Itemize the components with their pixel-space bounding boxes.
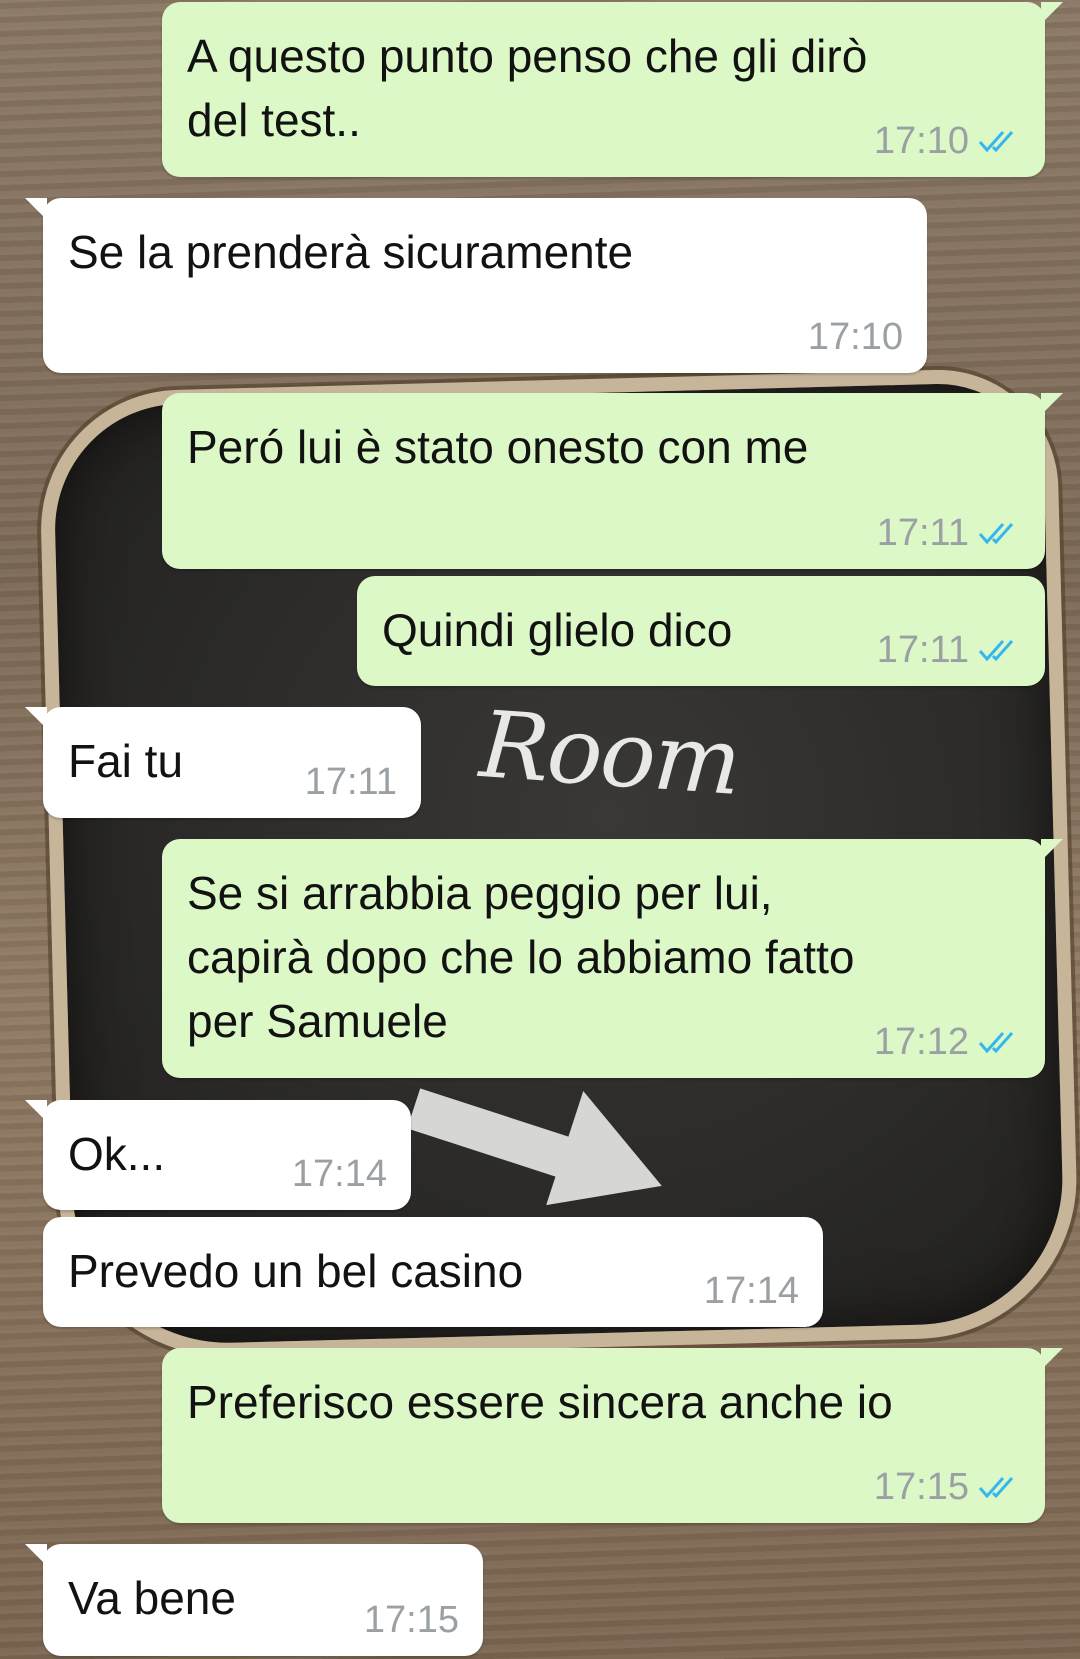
message-meta: 17:14 — [292, 1154, 387, 1194]
bubble-tail — [25, 198, 47, 220]
message-meta: 17:15 — [364, 1600, 459, 1640]
message-meta: 17:11 — [877, 513, 1021, 553]
incoming-message[interactable]: Prevedo un bel casino 17:14 — [43, 1217, 823, 1327]
bubble-tail — [25, 1100, 47, 1122]
double-check-read-icon — [978, 1032, 1014, 1054]
message-meta: 17:11 — [305, 762, 397, 802]
message-meta: 17:15 — [874, 1467, 1021, 1507]
incoming-message[interactable]: Fai tu 17:11 — [25, 707, 421, 818]
message-time: 17:12 — [873, 1021, 969, 1063]
message-time: 17:10 — [807, 316, 903, 358]
message-time: 17:14 — [703, 1270, 799, 1312]
incoming-message[interactable]: Va bene 17:15 — [25, 1544, 483, 1656]
bubble-tail — [1041, 2, 1063, 24]
outgoing-message[interactable]: Quindi glielo dico 17:11 — [357, 576, 1045, 686]
double-check-read-icon — [978, 1477, 1014, 1499]
double-check-read-icon — [978, 131, 1014, 153]
outgoing-message[interactable]: Se si arrabbia peggio per lui, capirà do… — [162, 839, 1063, 1078]
message-text: Se la prenderà sicuramente — [68, 226, 634, 278]
incoming-message[interactable]: Ok... 17:14 — [25, 1100, 411, 1210]
chat-message-list: A questo punto penso che gli dirò del te… — [0, 0, 1080, 1659]
bubble-tail — [1041, 393, 1063, 415]
message-time: 17:14 — [291, 1153, 387, 1195]
outgoing-message[interactable]: A questo punto penso che gli dirò del te… — [162, 2, 1063, 177]
incoming-message[interactable]: Se la prenderà sicuramente 17:10 — [25, 198, 927, 373]
bubble-tail — [25, 1544, 47, 1566]
outgoing-message[interactable]: Peró lui è stato onesto con me 17:11 — [162, 393, 1063, 569]
message-text: Preferisco essere sincera anche io — [187, 1376, 893, 1428]
message-time: 17:15 — [363, 1599, 459, 1641]
double-check-read-icon — [978, 523, 1014, 545]
message-time: 17:10 — [873, 120, 969, 162]
message-time: 17:11 — [876, 512, 969, 554]
message-text: Prevedo un bel casino — [68, 1245, 524, 1297]
double-check-read-icon — [978, 640, 1014, 662]
message-time: 17:15 — [873, 1466, 969, 1508]
bubble-tail — [1041, 1348, 1063, 1370]
message-meta: 17:12 — [874, 1022, 1021, 1062]
message-meta: 17:10 — [808, 317, 903, 357]
message-meta: 17:10 — [874, 121, 1021, 161]
message-text: Peró lui è stato onesto con me — [187, 421, 809, 473]
bubble-tail — [25, 707, 47, 729]
message-time: 17:11 — [304, 761, 397, 803]
message-meta: 17:11 — [877, 630, 1021, 670]
bubble-tail — [1041, 839, 1063, 861]
outgoing-message[interactable]: Preferisco essere sincera anche io 17:15 — [162, 1348, 1063, 1523]
message-meta: 17:14 — [704, 1271, 799, 1311]
message-time: 17:11 — [876, 629, 969, 671]
